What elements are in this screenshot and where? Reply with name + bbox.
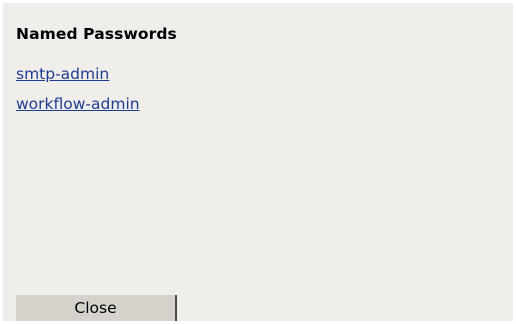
named-passwords-dialog: Named Passwords smtp-admin workflow-admi… [3, 3, 513, 321]
dialog-title: Named Passwords [16, 25, 177, 43]
list-item: workflow-admin [16, 93, 140, 123]
password-link-workflow-admin[interactable]: workflow-admin [16, 95, 140, 113]
list-item: smtp-admin [16, 63, 140, 93]
close-button[interactable]: Close [16, 295, 177, 321]
password-link-smtp-admin[interactable]: smtp-admin [16, 65, 109, 83]
named-passwords-list: smtp-admin workflow-admin [16, 63, 140, 123]
